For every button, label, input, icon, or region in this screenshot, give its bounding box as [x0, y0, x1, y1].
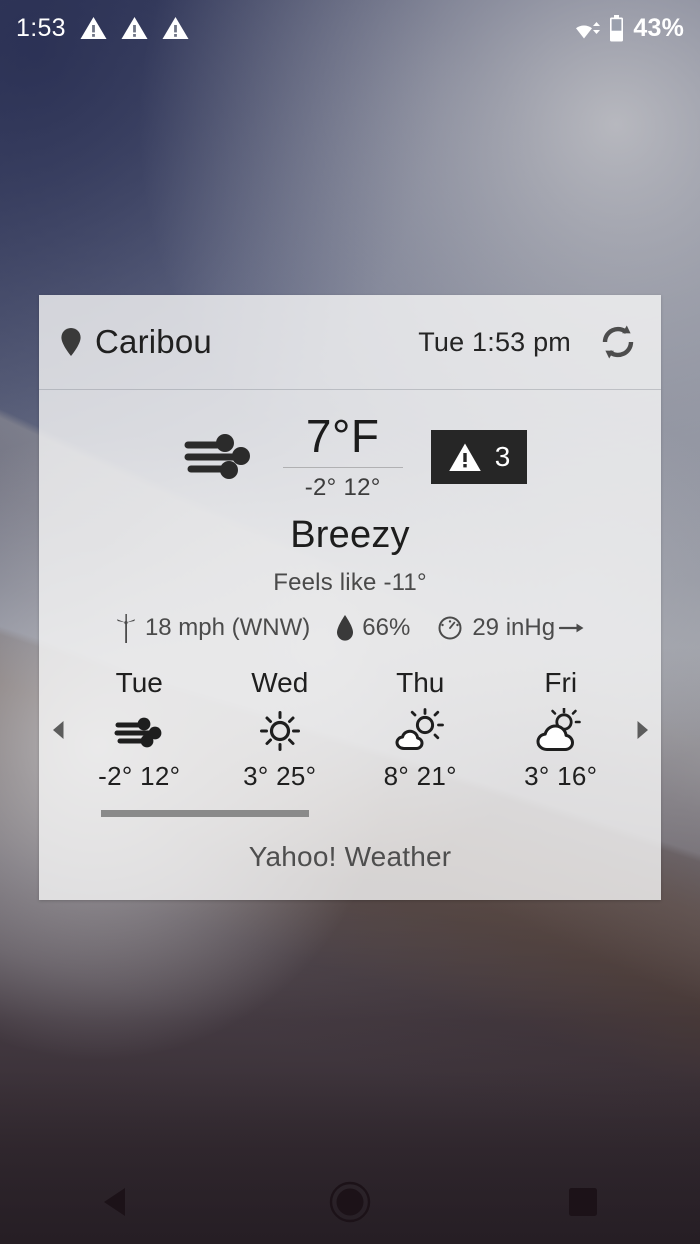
location-name: Caribou — [95, 323, 212, 360]
forecast-day-temps: -2° 12° — [98, 761, 181, 792]
warning-triangle-icon — [162, 17, 189, 39]
forecast-day[interactable]: Tue -2° 12° — [87, 667, 191, 792]
barometer-gauge-icon — [438, 616, 462, 640]
wind-metric: 18 mph (WNW) — [115, 613, 311, 644]
humidity-value: 66% — [362, 614, 411, 642]
partly-sunny-icon — [395, 708, 445, 751]
condition-text: Breezy — [290, 514, 410, 557]
status-bar-clock: 1:53 — [16, 13, 66, 42]
forecast-next-button[interactable] — [631, 713, 653, 747]
forecast-day-icon-wrap — [532, 708, 590, 752]
arrow-right-icon — [559, 623, 584, 633]
status-bar-left: 1:53 — [16, 14, 189, 43]
refresh-icon[interactable] — [597, 321, 639, 363]
status-bar: 1:53 43% — [0, 0, 700, 56]
warning-triangle-icon — [448, 443, 481, 471]
forecast-day-temps: 3° 25° — [243, 761, 317, 792]
back-triangle-icon — [103, 1188, 125, 1216]
chevron-right-icon — [637, 720, 648, 739]
forecast-days-list: Tue -2° 12° Wed 3° 25° Thu 8° 21° Fri 3°… — [69, 667, 631, 792]
weather-alert-badge[interactable]: 3 — [430, 430, 528, 485]
weather-widget[interactable]: Caribou Tue 1:53 pm 7°F -2° 12° 3 Breezy… — [39, 295, 661, 900]
temperature-divider — [282, 467, 403, 469]
android-navigation-bar — [0, 1160, 700, 1244]
sunny-icon — [259, 711, 300, 752]
chevron-left-icon — [52, 720, 63, 739]
metrics-row: 18 mph (WNW) 66% 29 inHg — [39, 613, 661, 644]
forecast-day-icon-wrap — [256, 708, 304, 752]
forecast-day-name: Thu — [396, 667, 445, 699]
wind-turbine-icon — [116, 614, 135, 644]
windy-icon — [114, 717, 162, 748]
forecast-day-icon-wrap — [394, 708, 446, 752]
feels-like-text: Feels like -11° — [273, 569, 427, 597]
warning-triangle-icon — [121, 17, 148, 39]
forecast-day-temps: 8° 21° — [383, 761, 457, 792]
home-circle-icon — [329, 1181, 371, 1223]
warning-triangle-icon — [80, 17, 107, 39]
forecast-day-temps: 3° 16° — [524, 761, 598, 792]
alert-count-label: 3 — [494, 441, 511, 473]
water-drop-icon — [337, 615, 354, 641]
mostly-cloudy-icon — [536, 708, 581, 752]
forecast-prev-button[interactable] — [47, 713, 69, 747]
temperature-block: 7°F -2° 12° — [282, 410, 403, 502]
back-button[interactable] — [72, 1160, 162, 1244]
current-conditions-row: 7°F -2° 12° 3 — [39, 412, 661, 502]
battery-percent-label: 43% — [633, 13, 684, 42]
pressure-metric: 29 inHg — [436, 614, 585, 642]
pressure-value: 29 inHg — [472, 614, 556, 642]
weather-provider-label[interactable]: Yahoo! Weather — [39, 841, 661, 873]
forecast-day[interactable]: Fri 3° 16° — [509, 667, 613, 792]
humidity-metric: 66% — [336, 614, 410, 642]
forecast-day-icon-wrap — [113, 708, 165, 752]
widget-body: 7°F -2° 12° 3 Breezy Feels like -11° 18 … — [39, 412, 661, 873]
wifi-icon — [576, 22, 601, 39]
widget-header[interactable]: Caribou Tue 1:53 pm — [39, 295, 661, 390]
recents-square-icon — [569, 1188, 598, 1216]
forecast-scrollbar[interactable] — [101, 810, 309, 818]
wind-value: 18 mph (WNW) — [144, 614, 311, 642]
status-bar-right: 43% — [571, 14, 684, 43]
forecast-day-name: Wed — [251, 667, 309, 699]
forecast-day[interactable]: Thu 8° 21° — [368, 667, 472, 792]
forecast-row: Tue -2° 12° Wed 3° 25° Thu 8° 21° Fri 3°… — [39, 667, 661, 792]
current-temperature: 7°F — [305, 410, 380, 462]
location-pin-icon — [61, 328, 81, 356]
widget-header-right: Tue 1:53 pm — [418, 321, 639, 363]
local-datetime: Tue 1:53 pm — [418, 326, 571, 357]
forecast-day-name: Fri — [544, 667, 578, 699]
temperature-range: -2° 12° — [304, 474, 381, 502]
home-button[interactable] — [305, 1160, 395, 1244]
windy-icon — [184, 434, 250, 480]
forecast-day-name: Tue — [115, 667, 163, 699]
forecast-day[interactable]: Wed 3° 25° — [228, 667, 332, 792]
battery-icon — [610, 14, 624, 41]
recents-button[interactable] — [538, 1160, 628, 1244]
